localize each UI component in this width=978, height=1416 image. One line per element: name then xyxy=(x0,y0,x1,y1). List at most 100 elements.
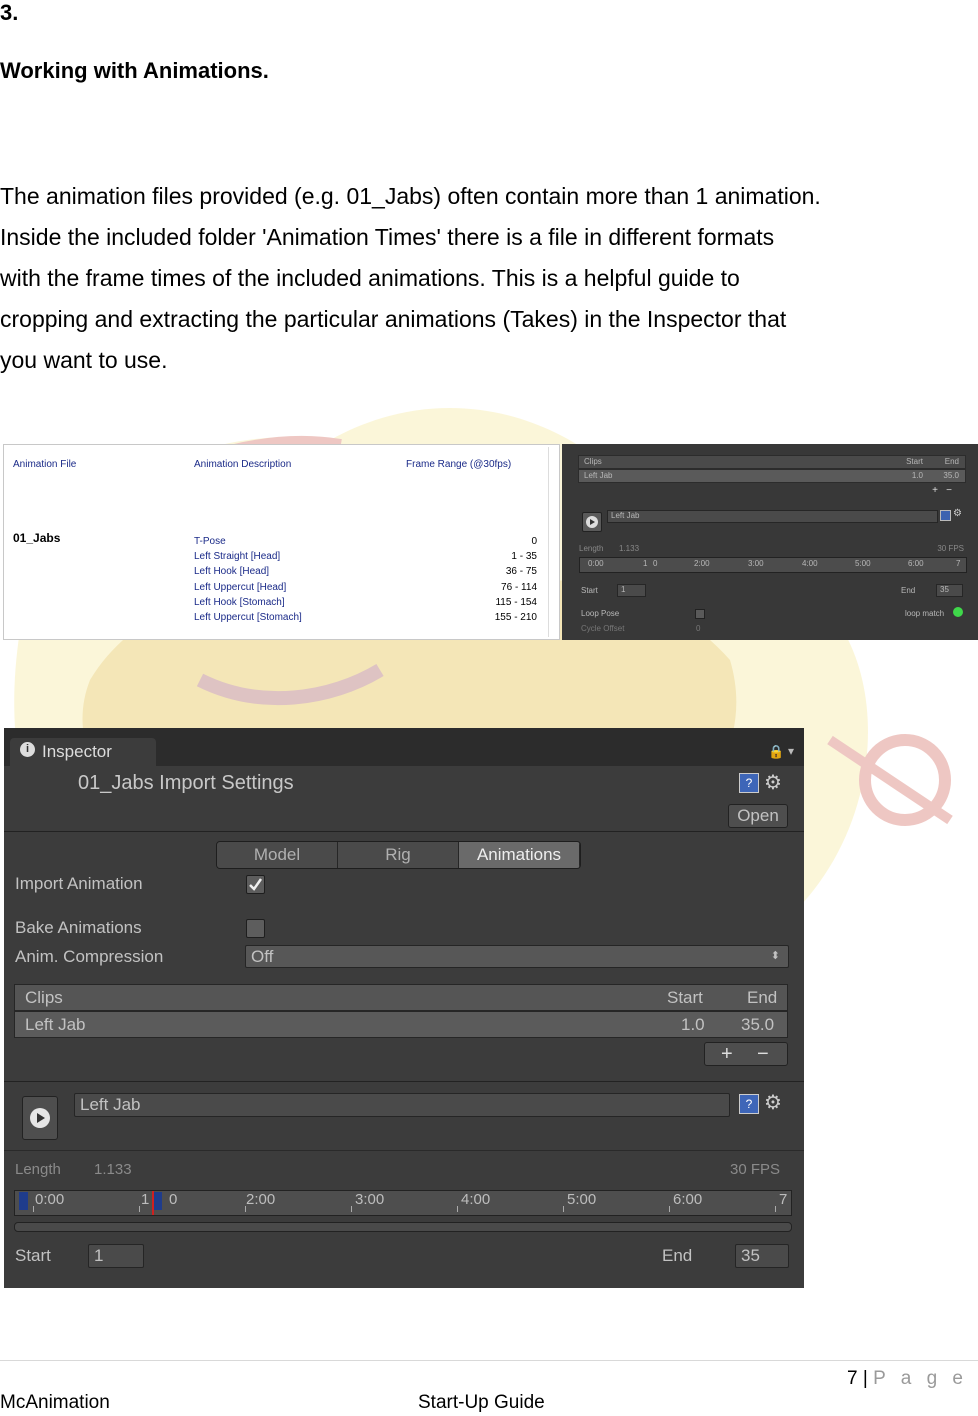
start-field[interactable]: 1 xyxy=(617,584,646,597)
clip-end: 35.0 xyxy=(943,471,959,480)
clips-label: Clips xyxy=(584,457,602,466)
timeline-label: 7 xyxy=(779,1191,788,1208)
timeline-tick xyxy=(245,1206,246,1212)
section-number: 3. xyxy=(0,0,19,25)
timeline-label: 3:00 xyxy=(355,1191,385,1208)
page-word: P a g e xyxy=(873,1368,968,1389)
timeline-label: 0:00 xyxy=(35,1191,65,1208)
scrollbar[interactable] xyxy=(548,447,557,637)
add-clip-button[interactable]: + xyxy=(721,1043,733,1065)
animation-times-table: Animation File Animation Description Fra… xyxy=(3,444,560,640)
play-button[interactable] xyxy=(22,1096,58,1140)
clip-timeline[interactable]: 0:00 1 0 2:00 3:00 4:00 5:00 6:00 7 xyxy=(14,1190,792,1216)
timeline-tick xyxy=(351,1206,352,1212)
help-icon[interactable]: ? xyxy=(739,773,759,793)
remove-clip-button[interactable]: − xyxy=(757,1043,769,1065)
clips-header-row: Clips Start End xyxy=(578,455,966,469)
clips-list: Clips Start End Left Jab 1.0 35.0 xyxy=(14,984,788,1038)
page-number-value: 7 xyxy=(847,1368,858,1389)
start-label: Start xyxy=(667,988,703,1007)
end-label: End xyxy=(747,988,778,1007)
page-title: 01_Jabs Import Settings xyxy=(78,772,294,794)
clip-name: Left Jab xyxy=(584,471,613,480)
timeline-label: 7 xyxy=(956,559,961,568)
intro-paragraph: The animation files provided (e.g. 01_Ja… xyxy=(0,176,975,381)
open-button[interactable]: Open xyxy=(728,804,788,828)
import-tabs: Model Rig Animations xyxy=(216,841,581,869)
divider xyxy=(4,831,804,832)
help-icon[interactable] xyxy=(940,510,951,521)
frame-range: 155 - 210 xyxy=(494,612,537,623)
length-value: 1.133 xyxy=(619,544,640,553)
frame-range: 0 xyxy=(531,536,537,547)
gear-icon[interactable]: ⚙ xyxy=(764,1090,782,1115)
animation-description: Left Hook [Head] xyxy=(194,566,270,577)
bake-animations-checkbox[interactable] xyxy=(246,919,265,938)
clip-row[interactable]: Left Jab 1.0 35.0 xyxy=(14,1011,788,1038)
info-icon: i xyxy=(20,742,35,757)
tab-rig[interactable]: Rig xyxy=(338,842,459,868)
end-field[interactable]: 35 xyxy=(936,584,963,597)
timeline-label: 3:00 xyxy=(748,559,764,568)
fps-value: 30 FPS xyxy=(730,1161,781,1178)
timeline-label: 6:00 xyxy=(908,559,924,568)
timeline-label: 1 xyxy=(141,1191,150,1208)
tab-model[interactable]: Model xyxy=(217,842,338,868)
add-clip-button[interactable]: + xyxy=(932,485,938,496)
clip-end: 35.0 xyxy=(741,1015,775,1034)
import-animation-checkbox[interactable] xyxy=(246,875,265,894)
animation-description: Left Uppercut [Stomach] xyxy=(194,612,302,623)
start-field-label: Start xyxy=(15,1246,51,1265)
section-title: Working with Animations. xyxy=(0,58,269,83)
help-icon[interactable]: ? xyxy=(739,1094,759,1114)
frame-range: 36 - 75 xyxy=(505,566,537,577)
timeline-label: 2:00 xyxy=(694,559,710,568)
menu-icon[interactable]: ▾ xyxy=(788,744,794,758)
gear-icon[interactable]: ⚙ xyxy=(953,508,962,519)
start-marker-icon[interactable] xyxy=(19,1192,28,1210)
tab-inspector[interactable]: i Inspector xyxy=(10,738,156,766)
tab-animations[interactable]: Animations xyxy=(459,842,580,868)
select-arrows-icon: ⬍ xyxy=(770,950,780,962)
start-field[interactable]: 1 xyxy=(88,1244,144,1268)
timeline-tick xyxy=(563,1206,564,1212)
inspector-panel: i Inspector 🔒 ▾ 01_Jabs Import Settings … xyxy=(4,728,804,1288)
clip-name-field[interactable]: Left Jab xyxy=(74,1093,730,1117)
clip-add-remove: + − xyxy=(704,1042,788,1066)
clip-row[interactable]: Left Jab 1.0 35.0 xyxy=(578,469,966,483)
loop-pose-checkbox[interactable] xyxy=(695,609,705,619)
timeline-tick xyxy=(33,1206,34,1212)
length-label: Length xyxy=(579,544,604,553)
clip-start: 1.0 xyxy=(911,471,923,480)
paragraph-line: cropping and extracting the particular a… xyxy=(0,306,787,332)
paragraph-line: you want to use. xyxy=(0,347,168,373)
gear-icon[interactable]: ⚙ xyxy=(764,770,782,795)
col-header-file: Animation File xyxy=(13,459,77,470)
timeline-scrollbar[interactable] xyxy=(14,1222,792,1232)
mini-timeline[interactable]: 0:00 1 0 2:00 3:00 4:00 5:00 6:00 7 xyxy=(579,557,967,573)
import-animation-label: Import Animation xyxy=(15,874,143,893)
cycle-offset-label: Cycle Offset xyxy=(581,624,625,633)
cycle-offset-value: 0 xyxy=(696,624,701,633)
timeline-label: 0 xyxy=(653,559,658,568)
paragraph-line: Inside the included folder 'Animation Ti… xyxy=(0,224,775,250)
col-header-frame-range: Frame Range (@30fps) xyxy=(406,459,512,470)
timeline-tick xyxy=(775,1206,776,1212)
clip-name: Left Jab xyxy=(25,1015,86,1034)
play-button[interactable] xyxy=(582,512,602,532)
timeline-label: 6:00 xyxy=(673,1191,703,1208)
end-label: End xyxy=(901,586,916,595)
start-label: Start xyxy=(906,457,923,466)
footer-divider xyxy=(0,1360,978,1361)
anim-compression-label: Anim. Compression xyxy=(15,947,164,966)
loop-match-indicator xyxy=(953,607,963,617)
playhead[interactable] xyxy=(152,1191,154,1215)
end-field[interactable]: 35 xyxy=(735,1244,789,1268)
end-marker-icon[interactable] xyxy=(153,1192,162,1210)
frame-range: 1 - 35 xyxy=(511,551,537,562)
anim-compression-select[interactable]: Off ⬍ xyxy=(245,945,789,968)
lock-icon[interactable]: 🔒 xyxy=(768,744,784,760)
page-separator: | xyxy=(862,1368,868,1389)
remove-clip-button[interactable]: − xyxy=(946,485,952,496)
clip-name-field[interactable]: Left Jab xyxy=(607,510,938,523)
